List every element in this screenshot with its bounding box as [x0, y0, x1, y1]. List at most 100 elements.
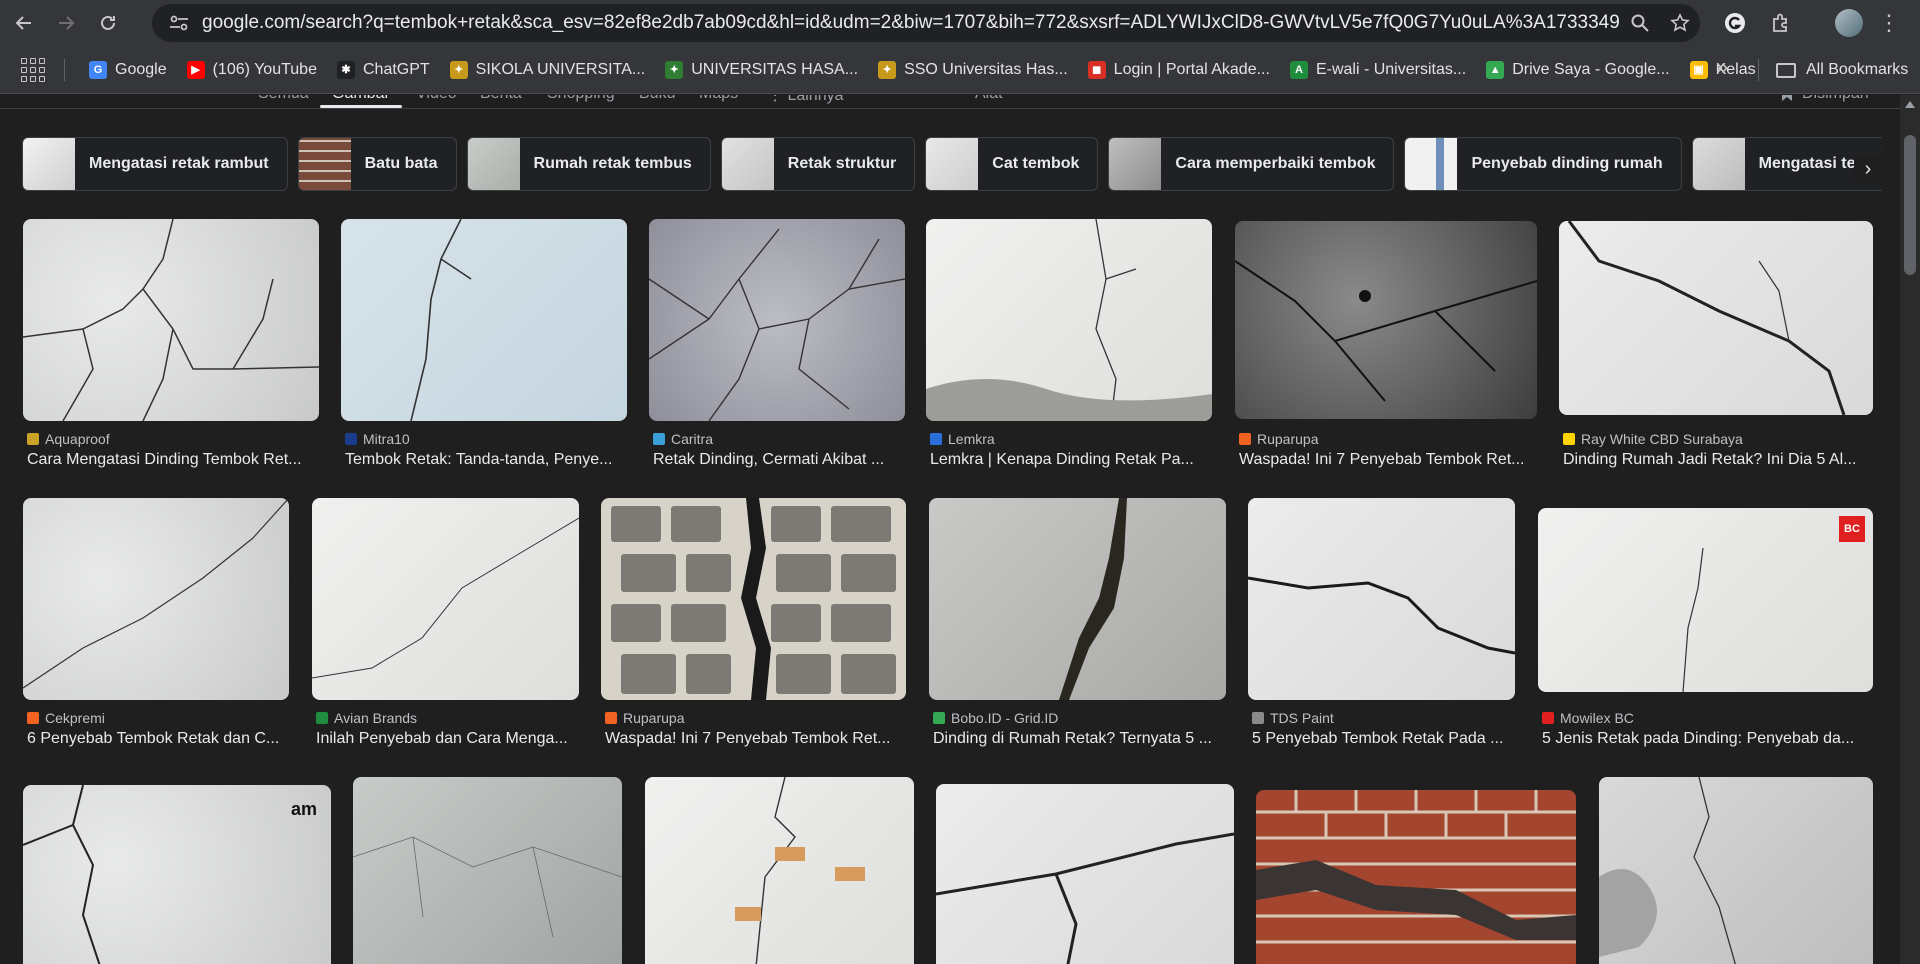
result-image[interactable]: [645, 777, 914, 964]
tab-gambar[interactable]: Gambar: [332, 95, 390, 103]
result-image[interactable]: [936, 784, 1234, 964]
all-bookmarks-button[interactable]: All Bookmarks: [1776, 46, 1908, 94]
image-result[interactable]: BC Mowilex BC 5 Jenis Retak pada Dinding…: [1538, 498, 1873, 758]
result-source[interactable]: Bobo.ID - Grid.ID: [933, 710, 1058, 726]
result-title[interactable]: Dinding Rumah Jadi Retak? Ini Dia 5 Al..…: [1563, 451, 1871, 469]
image-result[interactable]: Ray White CBD Surabaya Dinding Rumah Jad…: [1559, 219, 1873, 479]
result-image[interactable]: [1559, 221, 1873, 415]
bookmark-item[interactable]: G Google: [79, 54, 177, 86]
image-result[interactable]: Caritra Retak Dinding, Cermati Akibat ..…: [649, 219, 905, 479]
tab-alat[interactable]: Alat: [975, 95, 1003, 103]
tab-buku[interactable]: Buku: [639, 95, 675, 103]
image-result[interactable]: Mitra10 Tembok Retak: Tanda-tanda, Penye…: [341, 219, 627, 479]
image-result[interactable]: Ruparupa Waspada! Ini 7 Penyebab Tembok …: [1235, 219, 1537, 479]
page-scrollbar[interactable]: [1900, 95, 1920, 964]
result-image[interactable]: BC: [1538, 508, 1873, 692]
bookmark-item[interactable]: ▲ Drive Saya - Google...: [1476, 54, 1679, 86]
chevron-right-icon[interactable]: ›: [1854, 155, 1882, 183]
more-bookmarks-icon[interactable]: »: [1716, 54, 1728, 80]
extension-g-icon[interactable]: [1720, 8, 1750, 38]
image-result[interactable]: am: [23, 785, 331, 964]
chip-penyebab-dinding-rumah[interactable]: Penyebab dinding rumah: [1404, 137, 1682, 191]
result-title[interactable]: Retak Dinding, Cermati Akibat ...: [653, 451, 903, 469]
image-result[interactable]: [1256, 790, 1576, 964]
result-source[interactable]: Mowilex BC: [1542, 710, 1634, 726]
chip-cara-memperbaiki-tembok[interactable]: Cara memperbaiki tembok: [1108, 137, 1395, 191]
scroll-up-icon[interactable]: [1905, 101, 1915, 108]
result-image[interactable]: [649, 219, 905, 421]
bookmark-item[interactable]: ▶ (106) YouTube: [177, 54, 327, 86]
chip-cat-tembok[interactable]: Cat tembok: [925, 137, 1099, 191]
saved-button[interactable]: Disimpan: [1780, 95, 1869, 103]
result-source[interactable]: Caritra: [653, 431, 713, 447]
result-source[interactable]: TDS Paint: [1252, 710, 1334, 726]
extensions-puzzle-icon[interactable]: [1766, 8, 1796, 38]
tab-semua[interactable]: Semua: [258, 95, 309, 103]
result-image[interactable]: [1248, 498, 1515, 700]
chip-retak-struktur[interactable]: Retak struktur: [720, 137, 916, 191]
bookmark-item[interactable]: A E-wali - Universitas...: [1280, 54, 1476, 86]
result-image[interactable]: [353, 777, 622, 964]
result-image[interactable]: [1599, 777, 1873, 964]
image-result[interactable]: Ruparupa Waspada! Ini 7 Penyebab Tembok …: [601, 498, 906, 758]
image-result[interactable]: Cekpremi 6 Penyebab Tembok Retak dan C..…: [23, 498, 289, 758]
tab-video[interactable]: Video: [416, 95, 457, 103]
browser-menu-icon[interactable]: ⋮: [1874, 8, 1904, 38]
result-image[interactable]: [23, 498, 289, 700]
reload-icon[interactable]: [90, 5, 126, 41]
result-title[interactable]: Lemkra | Kenapa Dinding Retak Pa...: [930, 451, 1210, 469]
back-icon[interactable]: [6, 5, 42, 41]
result-title[interactable]: 6 Penyebab Tembok Retak dan C...: [27, 730, 287, 748]
result-image[interactable]: [601, 498, 906, 700]
bookmark-star-icon[interactable]: [1660, 13, 1700, 33]
result-title[interactable]: Inilah Penyebab dan Cara Menga...: [316, 730, 577, 748]
result-source[interactable]: Ruparupa: [1239, 431, 1319, 447]
result-image[interactable]: am: [23, 785, 331, 964]
url-text[interactable]: google.com/search?q=tembok+retak&sca_esv…: [202, 12, 1620, 34]
result-title[interactable]: Waspada! Ini 7 Penyebab Tembok Ret...: [1239, 451, 1535, 469]
result-title[interactable]: Tembok Retak: Tanda-tanda, Penye...: [345, 451, 625, 469]
result-source[interactable]: Lemkra: [930, 431, 995, 447]
result-title[interactable]: Dinding di Rumah Retak? Ternyata 5 ...: [933, 730, 1224, 748]
image-result[interactable]: [1599, 777, 1873, 964]
image-result[interactable]: Aquaproof Cara Mengatasi Dinding Tembok …: [23, 219, 319, 479]
result-image[interactable]: [1235, 221, 1537, 419]
apps-grid-icon[interactable]: [20, 57, 46, 83]
profile-avatar[interactable]: [1835, 9, 1863, 37]
bookmark-item[interactable]: ✦ SSO Universitas Has...: [868, 54, 1078, 86]
result-title[interactable]: 5 Penyebab Tembok Retak Pada ...: [1252, 730, 1513, 748]
result-title[interactable]: 5 Jenis Retak pada Dinding: Penyebab da.…: [1542, 730, 1871, 748]
bookmark-item[interactable]: ◼ Login | Portal Akade...: [1078, 54, 1280, 86]
result-image[interactable]: [1256, 790, 1576, 964]
result-image[interactable]: [929, 498, 1226, 700]
address-bar[interactable]: google.com/search?q=tembok+retak&sca_esv…: [152, 4, 1700, 42]
chip-mengatasi-retak-rambut[interactable]: Mengatasi retak rambut: [22, 137, 288, 191]
result-source[interactable]: Ruparupa: [605, 710, 685, 726]
search-icon[interactable]: [1620, 14, 1660, 32]
scrollbar-thumb[interactable]: [1904, 135, 1916, 275]
image-result[interactable]: [645, 777, 914, 964]
bookmark-item[interactable]: ✱ ChatGPT: [327, 54, 440, 86]
chip-batu-bata[interactable]: Batu bata: [297, 137, 457, 191]
tab-lainnya[interactable]: ⋮ Lainnya: [767, 95, 844, 105]
result-image[interactable]: [312, 498, 579, 700]
bookmark-item[interactable]: ✦ SIKOLA UNIVERSITA...: [440, 54, 656, 86]
image-result[interactable]: [936, 784, 1234, 964]
result-source[interactable]: Cekpremi: [27, 710, 105, 726]
image-result[interactable]: Bobo.ID - Grid.ID Dinding di Rumah Retak…: [929, 498, 1226, 758]
image-result[interactable]: Lemkra Lemkra | Kenapa Dinding Retak Pa.…: [926, 219, 1212, 479]
tab-maps[interactable]: Maps: [699, 95, 738, 103]
result-source[interactable]: Avian Brands: [316, 710, 417, 726]
forward-icon[interactable]: [48, 5, 84, 41]
result-title[interactable]: Waspada! Ini 7 Penyebab Tembok Ret...: [605, 730, 904, 748]
bookmark-item[interactable]: ✦ UNIVERSITAS HASA...: [655, 54, 868, 86]
image-result[interactable]: TDS Paint 5 Penyebab Tembok Retak Pada .…: [1248, 498, 1515, 758]
tab-shopping[interactable]: Shopping: [547, 95, 615, 103]
result-source[interactable]: Ray White CBD Surabaya: [1563, 431, 1743, 447]
result-image[interactable]: [926, 219, 1212, 421]
result-image[interactable]: [341, 219, 627, 421]
chip-rumah-retak-tembus[interactable]: Rumah retak tembus: [466, 137, 711, 191]
result-title[interactable]: Cara Mengatasi Dinding Tembok Ret...: [27, 451, 317, 469]
result-source[interactable]: Aquaproof: [27, 431, 110, 447]
result-source[interactable]: Mitra10: [345, 431, 410, 447]
